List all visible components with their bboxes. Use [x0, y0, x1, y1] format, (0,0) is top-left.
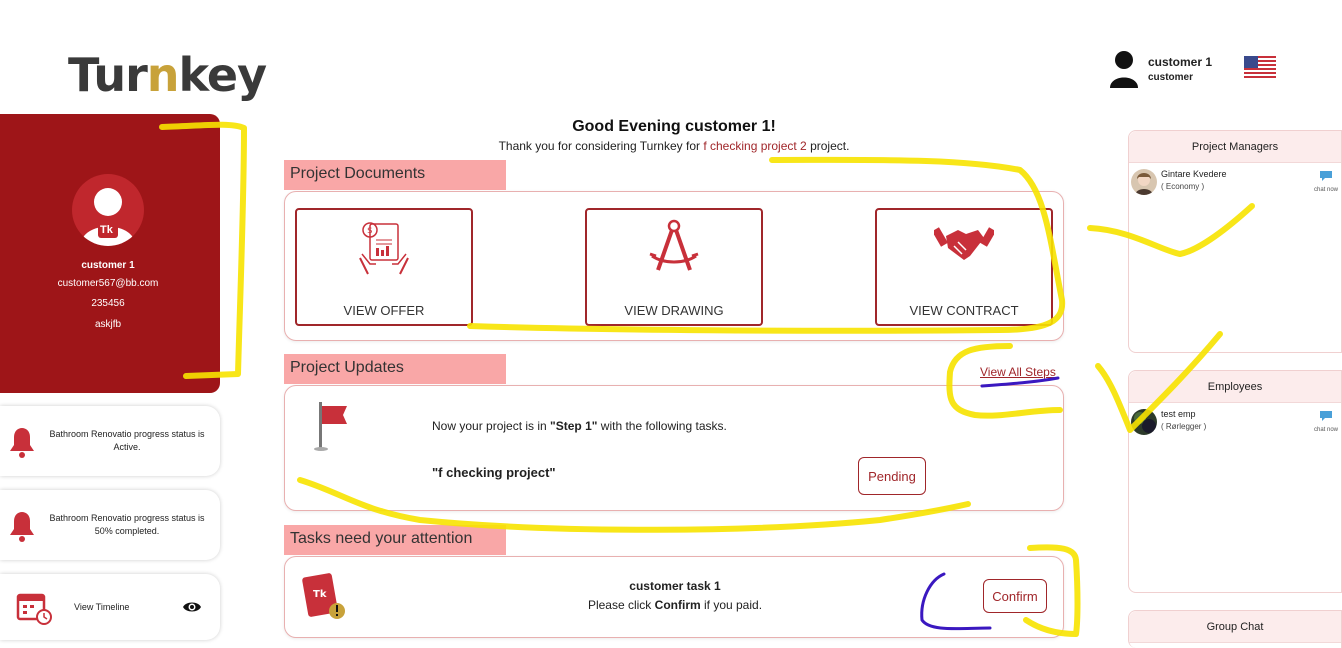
- manager-role: ( Economy ): [1161, 182, 1205, 191]
- step-text: with the following tasks.: [597, 419, 727, 433]
- user-menu[interactable]: customer 1 customer: [1108, 50, 1212, 88]
- logo-text-part: Tur: [68, 48, 148, 102]
- updates-panel: Now your project is in "Step 1" with the…: [284, 385, 1064, 511]
- task-desc-bold: Confirm: [654, 598, 701, 612]
- employees-heading: Employees: [1129, 371, 1341, 403]
- task-desc-text: Please click: [587, 598, 655, 612]
- bell-icon: [10, 512, 34, 542]
- project-link[interactable]: f checking project 2: [703, 139, 806, 153]
- us-flag-icon[interactable]: [1244, 56, 1276, 80]
- profile-name: customer 1: [81, 260, 135, 271]
- greeting-title: Good Evening customer 1!: [572, 118, 776, 135]
- notification-text: Bathroom Renovatio progress status is 50…: [49, 513, 205, 536]
- notification-text: Bathroom Renovatio progress status is Ac…: [49, 429, 205, 452]
- svg-text:$: $: [367, 226, 373, 236]
- view-drawing-button[interactable]: VIEW DRAWING: [585, 208, 763, 326]
- chat-now-label: chat now: [1313, 187, 1338, 193]
- offer-document-icon: $: [359, 222, 409, 275]
- group-chat-heading: Group Chat: [1129, 611, 1341, 643]
- section-tab-documents: Project Documents: [284, 160, 506, 190]
- task-title: customer task 1: [629, 579, 721, 593]
- tk-badge: Tk: [100, 224, 113, 236]
- pending-status-button[interactable]: Pending: [858, 457, 926, 495]
- step-text: Now your project is in: [432, 419, 551, 433]
- section-tab-updates: Project Updates: [284, 354, 506, 384]
- manager-item[interactable]: Gintare Kvedere ( Economy ) chat now: [1131, 169, 1341, 195]
- view-timeline-button[interactable]: View Timeline: [0, 574, 220, 640]
- step-status-text: Now your project is in "Step 1" with the…: [432, 419, 727, 433]
- employee-photo: [1131, 409, 1157, 435]
- profile-phone: 235456: [91, 298, 125, 309]
- user-name: customer 1: [1148, 55, 1213, 69]
- group-chat-panel[interactable]: Group Chat: [1128, 610, 1342, 648]
- profile-email: customer567@bb.com: [57, 278, 159, 289]
- view-contract-button[interactable]: VIEW CONTRACT: [875, 208, 1053, 326]
- view-offer-label: VIEW OFFER: [343, 303, 425, 318]
- task-name: "f checking project": [432, 465, 556, 480]
- turnkey-logo[interactable]: Turnkey: [68, 48, 268, 102]
- chat-now-button[interactable]: chat now: [1311, 169, 1341, 193]
- profile-extra: askjfb: [94, 319, 122, 330]
- notification-item[interactable]: Bathroom Renovatio progress status is Ac…: [0, 406, 220, 476]
- current-step: "Step 1": [550, 419, 598, 433]
- calendar-icon: [16, 593, 52, 625]
- manager-photo: [1131, 169, 1157, 195]
- employee-item[interactable]: test emp ( Rørlegger ) chat now: [1131, 409, 1341, 435]
- eye-icon[interactable]: [182, 600, 202, 614]
- avatar: Tk: [72, 174, 144, 246]
- chat-icon: [1320, 411, 1332, 421]
- bell-icon: [10, 428, 34, 458]
- greeting-subtitle: Thank you for considering Turnkey for f …: [284, 139, 1064, 153]
- tasks-panel: Tk customer task 1 Please click Confirm …: [284, 556, 1064, 638]
- handshake-icon: [934, 227, 994, 260]
- task-description: Please click Confirm if you paid.: [285, 598, 1065, 612]
- chat-now-label: chat now: [1313, 427, 1338, 433]
- notification-item[interactable]: Bathroom Renovatio progress status is 50…: [0, 490, 220, 560]
- employees-panel: Employees test emp ( Rørlegger ) chat no…: [1128, 370, 1342, 593]
- employee-role: ( Rørlegger ): [1161, 422, 1207, 431]
- task-alert-icon: Tk: [302, 573, 345, 619]
- user-icon: [1110, 51, 1138, 88]
- logo-key-letter: n: [146, 48, 180, 102]
- view-drawing-label: VIEW DRAWING: [624, 303, 724, 318]
- view-offer-button[interactable]: $ VIEW OFFER: [295, 208, 473, 326]
- documents-panel: $ VIEW OFFER VIEW DRAWING VIEW CONTRACT: [284, 191, 1064, 341]
- project-managers-panel: Project Managers Gintare Kvedere ( Econo…: [1128, 130, 1342, 353]
- view-contract-label: VIEW CONTRACT: [909, 303, 1019, 318]
- confirm-button[interactable]: Confirm: [983, 579, 1047, 613]
- logo-text-part: key: [178, 48, 268, 102]
- section-tab-tasks: Tasks need your attention: [284, 525, 506, 555]
- compass-icon: [649, 219, 699, 271]
- manager-name: Gintare Kvedere: [1161, 169, 1227, 179]
- chat-now-button[interactable]: chat now: [1311, 409, 1341, 433]
- task-desc-text: if you paid.: [700, 598, 763, 612]
- greeting-text: Thank you for considering Turnkey for: [498, 139, 704, 153]
- user-role: customer: [1148, 72, 1194, 83]
- greeting-text: project.: [806, 139, 850, 153]
- view-timeline-label: View Timeline: [74, 601, 130, 612]
- chat-icon: [1320, 171, 1332, 181]
- flag-icon: [314, 402, 347, 451]
- project-managers-heading: Project Managers: [1129, 131, 1341, 163]
- profile-card: Tk customer 1 customer567@bb.com 235456 …: [0, 114, 220, 393]
- employee-name: test emp: [1161, 409, 1196, 419]
- view-all-steps-link[interactable]: View All Steps: [980, 365, 1056, 379]
